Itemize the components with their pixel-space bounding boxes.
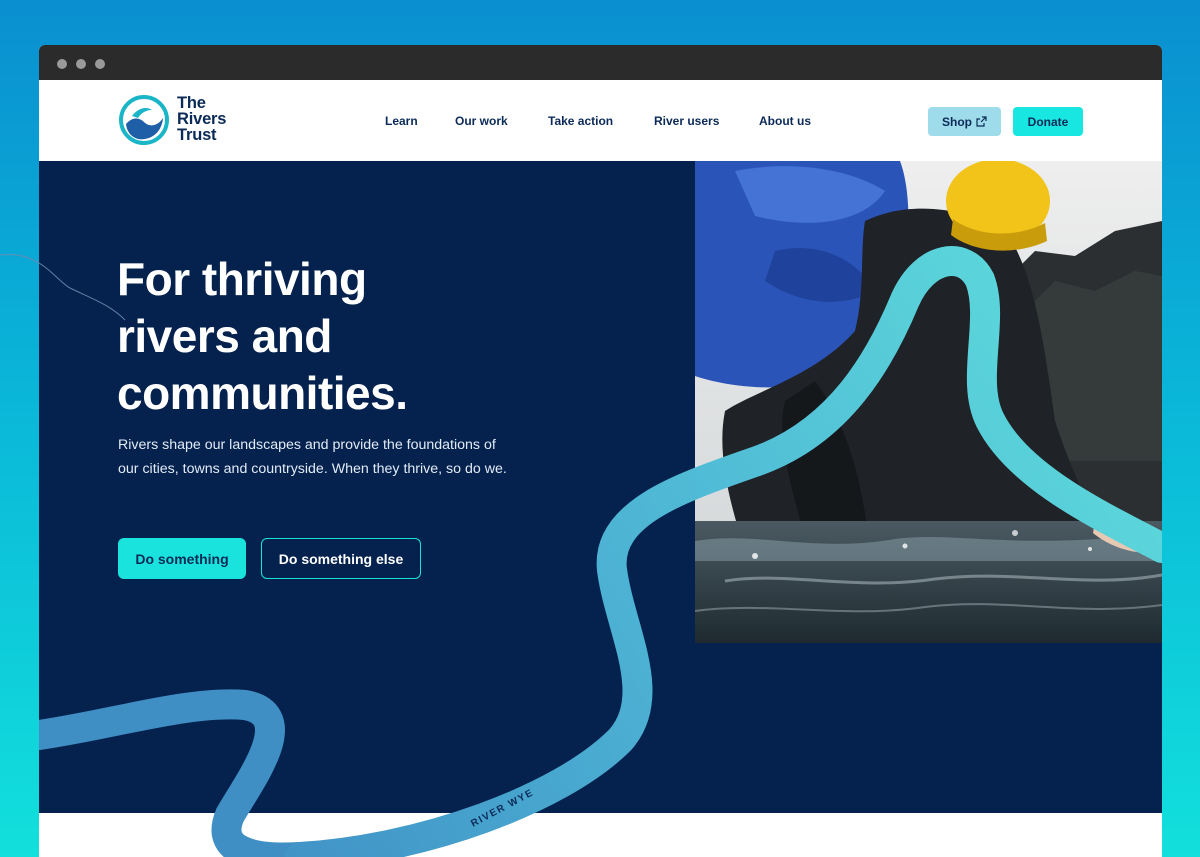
nav-take-action[interactable]: Take action xyxy=(548,114,613,128)
window-dot-close[interactable] xyxy=(57,59,67,69)
donate-button[interactable]: Donate xyxy=(1013,107,1083,136)
site-logo[interactable]: The Rivers Trust xyxy=(118,94,248,148)
hero-description: Rivers shape our landscapes and provide … xyxy=(118,437,507,477)
browser-window: The Rivers Trust Learn Our work Take act… xyxy=(39,45,1162,857)
hero-headline: For thriving rivers and communities. xyxy=(117,251,537,422)
hero-headline-line-2: rivers and xyxy=(117,310,332,362)
nav-our-work[interactable]: Our work xyxy=(455,114,508,128)
shop-button-label: Shop xyxy=(942,114,972,129)
browser-titlebar xyxy=(39,45,1162,80)
hero-photo-kayaker xyxy=(695,161,1162,643)
next-section xyxy=(39,813,1162,857)
nav-learn[interactable]: Learn xyxy=(385,114,418,128)
external-link-icon xyxy=(976,116,987,127)
hero-headline-line-1: For thriving xyxy=(117,253,367,305)
hero-section: For thriving rivers and communities. Riv… xyxy=(39,161,1162,813)
window-dot-minimize[interactable] xyxy=(76,59,86,69)
shop-button[interactable]: Shop xyxy=(928,107,1001,136)
rivers-trust-logo-icon xyxy=(119,95,169,145)
logo-line-1: The xyxy=(177,94,206,112)
logo-line-2: Rivers xyxy=(177,110,227,128)
do-something-else-button[interactable]: Do something else xyxy=(261,538,421,579)
site-header: The Rivers Trust Learn Our work Take act… xyxy=(39,80,1162,161)
nav-about-us[interactable]: About us xyxy=(759,114,811,128)
do-something-button[interactable]: Do something xyxy=(118,538,246,579)
window-dot-maximize[interactable] xyxy=(95,59,105,69)
logo-wordmark: The Rivers Trust xyxy=(177,94,227,144)
hero-headline-line-3: communities. xyxy=(117,367,408,419)
nav-river-users[interactable]: River users xyxy=(654,114,719,128)
logo-line-3: Trust xyxy=(177,126,217,144)
